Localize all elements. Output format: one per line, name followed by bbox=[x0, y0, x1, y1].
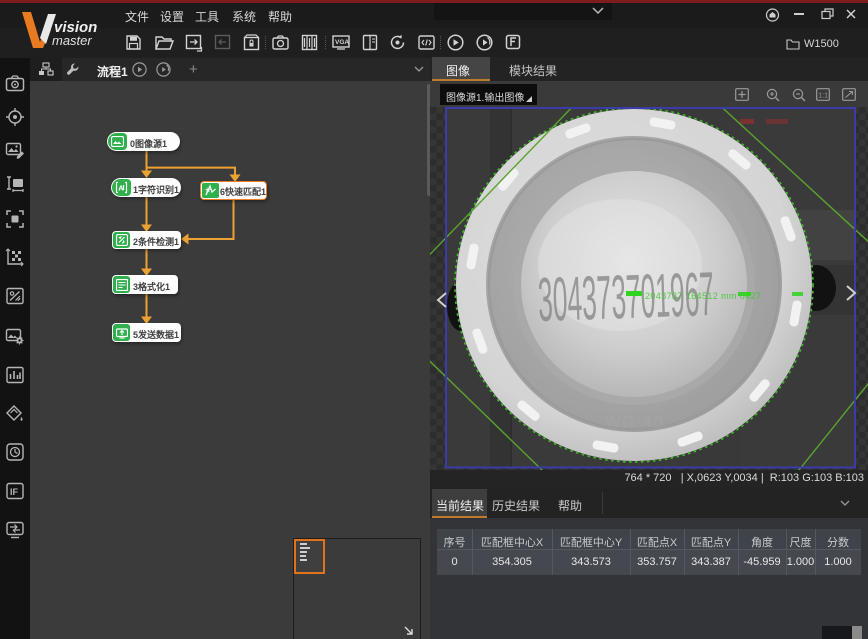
svg-text:1:1: 1:1 bbox=[818, 93, 828, 100]
svg-text:VGA: VGA bbox=[335, 39, 349, 46]
svg-text:IF: IF bbox=[10, 487, 19, 497]
svg-text:WD·40: WD·40 bbox=[605, 414, 665, 431]
svg-text:master: master bbox=[52, 33, 92, 48]
